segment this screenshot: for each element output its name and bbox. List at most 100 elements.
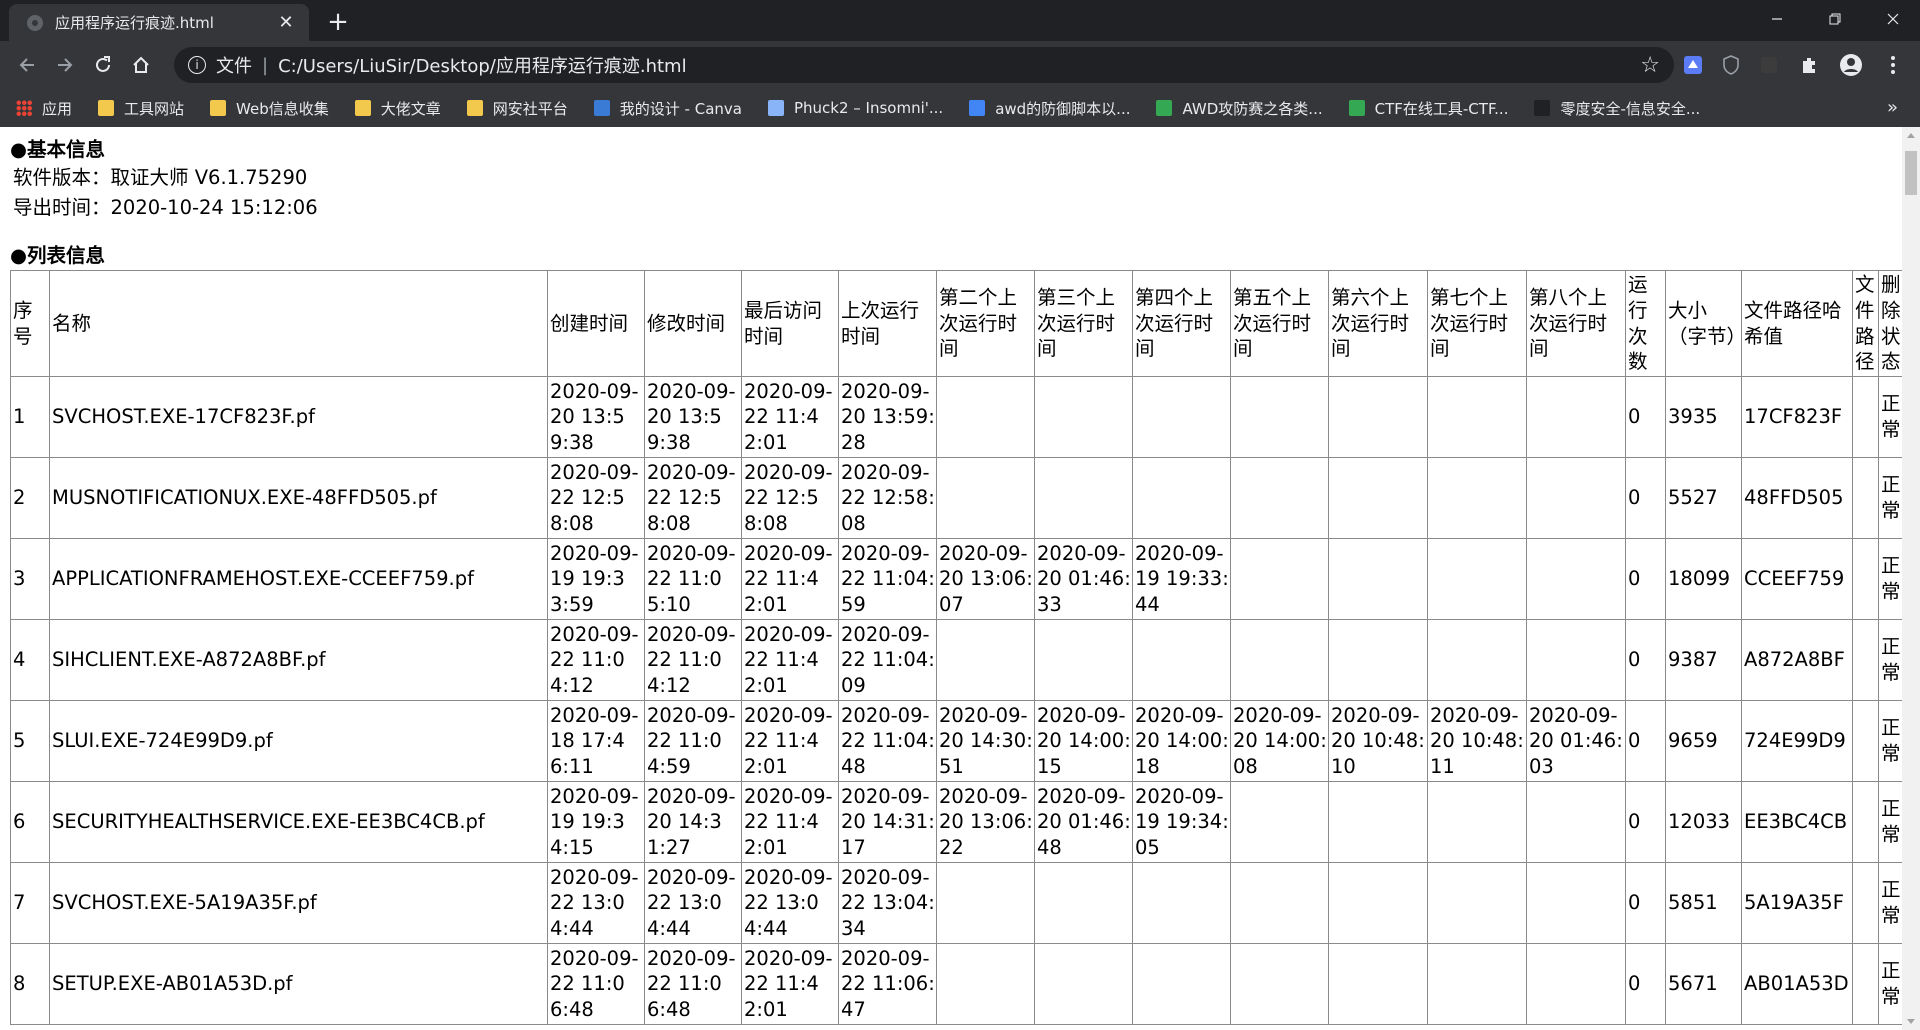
table-cell: 正常 xyxy=(1878,700,1902,782)
table-cell xyxy=(1328,781,1428,863)
extension-shield-icon[interactable] xyxy=(1718,52,1744,78)
vertical-scrollbar[interactable] xyxy=(1902,127,1920,1030)
page-icon xyxy=(767,100,784,116)
back-arrow-icon[interactable] xyxy=(8,46,46,84)
browser-menu-icon[interactable] xyxy=(1880,52,1906,78)
column-header: 删除状态 xyxy=(1878,270,1902,377)
scroll-down-icon[interactable] xyxy=(1907,1019,1915,1024)
table-cell: 2020-09-22 11:04:59 xyxy=(644,700,742,782)
table-row: 5 SLUI.EXE-724E99D9.pf 2020-09-18 17:46:11… xyxy=(10,700,1902,782)
bookmark-label: Phuck2 – Insomni'... xyxy=(793,99,944,117)
table-row: 8 SETUP.EXE-AB01A53D.pf 2020-09-22 11:06:4… xyxy=(10,943,1902,1025)
extension-blue-icon[interactable] xyxy=(1680,52,1706,78)
minimize-window-icon[interactable] xyxy=(1748,0,1806,38)
table-cell: 2020-09-20 14:00:15 xyxy=(1034,700,1133,782)
table-cell: 8 xyxy=(10,943,50,1025)
table-cell: 5671 xyxy=(1665,943,1742,1025)
forward-arrow-icon[interactable] xyxy=(46,46,84,84)
table-cell: 2020-09-22 13:04:44 xyxy=(741,862,839,944)
page-viewport: ●基本信息 软件版本：取证大师 V6.1.75290 导出时间：2020-10-… xyxy=(0,127,1902,1030)
url-text[interactable]: C:/Users/LiuSir/Desktop/应用程序运行痕迹.html xyxy=(278,52,687,78)
table-cell xyxy=(1852,538,1879,620)
table-cell xyxy=(1034,376,1133,458)
table-cell xyxy=(1852,862,1879,944)
table-cell: 2020-09-20 13:06:22 xyxy=(936,781,1035,863)
bookmark-item[interactable]: awd的防御脚本以... xyxy=(969,98,1130,119)
table-cell xyxy=(1230,457,1329,539)
column-header: 序号 xyxy=(10,270,50,377)
export-time: 导出时间：2020-10-24 15:12:06 xyxy=(13,196,318,219)
table-cell xyxy=(1852,376,1879,458)
table-cell xyxy=(1526,457,1626,539)
table-cell: 2020-09-20 10:48:11 xyxy=(1427,700,1527,782)
table-cell: 0 xyxy=(1625,781,1666,863)
home-icon[interactable] xyxy=(122,46,160,84)
tab-strip: 应用程序运行痕迹.html ✕ + xyxy=(0,0,1920,41)
scheme-label: 文件 xyxy=(216,56,252,77)
active-tab[interactable]: 应用程序运行痕迹.html ✕ xyxy=(9,4,309,41)
column-header: 第六个上次运行时间 xyxy=(1328,270,1428,377)
bookmark-item[interactable]: 工具网站 xyxy=(98,98,184,119)
site-info-icon[interactable]: i xyxy=(188,56,206,74)
bookmark-item[interactable]: CTF在线工具-CTF... xyxy=(1348,98,1508,119)
table-cell: 2020-09-20 13:59:38 xyxy=(547,376,645,458)
tab-close-icon[interactable]: ✕ xyxy=(275,12,297,34)
table-cell: 2020-09-22 11:42:01 xyxy=(741,619,839,701)
scroll-up-icon[interactable] xyxy=(1907,133,1915,138)
reload-icon[interactable] xyxy=(84,46,122,84)
table-cell xyxy=(936,376,1035,458)
bookmark-item[interactable]: 应用 xyxy=(16,98,72,119)
extension-dark-icon[interactable] xyxy=(1756,52,1782,78)
table-cell: A872A8BF xyxy=(1741,619,1853,701)
bookmark-item[interactable]: 零度安全-信息安全... xyxy=(1534,98,1700,119)
table-cell: 5527 xyxy=(1665,457,1742,539)
bookmark-item[interactable]: Phuck2 – Insomni'... xyxy=(767,99,944,117)
table-cell: 正常 xyxy=(1878,619,1902,701)
tab-title: 应用程序运行痕迹.html xyxy=(55,14,214,32)
folder-icon xyxy=(354,100,371,116)
bookmark-item[interactable]: AWD攻防赛之各类... xyxy=(1156,98,1323,119)
table-cell xyxy=(1852,619,1879,701)
profile-avatar-icon[interactable] xyxy=(1838,52,1864,78)
address-bar[interactable]: i 文件 | C:/Users/LiuSir/Desktop/应用程序运行痕迹.… xyxy=(174,47,1674,83)
table-cell: 1 xyxy=(10,376,50,458)
table-cell: SIHCLIENT.EXE-A872A8BF.pf xyxy=(49,619,548,701)
scrollbar-thumb[interactable] xyxy=(1905,151,1917,195)
table-header-row: 序号 名称 创建时间 修改时间 最后访问时间 上次运行时间 第二个上次运行时间 第三个上次运行… xyxy=(10,270,1902,377)
table-cell xyxy=(936,943,1035,1025)
bookmarks-bar: 应用 工具网站 Web信息收集 大佬文章 网安社平台 我的设计 - Canva Phuck2… xyxy=(0,89,1920,127)
table-cell: 2020-09-22 11:04:59 xyxy=(838,538,937,620)
table-cell: 3935 xyxy=(1665,376,1742,458)
extensions-puzzle-icon[interactable] xyxy=(1796,52,1822,78)
new-tab-button[interactable]: + xyxy=(324,7,352,37)
table-cell: 2020-09-22 11:04:12 xyxy=(547,619,645,701)
restore-window-icon[interactable] xyxy=(1806,0,1864,38)
bookmark-item[interactable]: 大佬文章 xyxy=(354,98,441,119)
table-row: 4 SIHCLIENT.EXE-A872A8BF.pf 2020-09-22 11:… xyxy=(10,619,1902,701)
table-cell: SECURITYHEALTHSERVICE.EXE-EE3BC4CB.pf xyxy=(49,781,548,863)
table-cell: 6 xyxy=(10,781,50,863)
table-row: 1 SVCHOST.EXE-17CF823F.pf 2020-09-20 13:59… xyxy=(10,376,1902,458)
table-cell: 正常 xyxy=(1878,538,1902,620)
folder-icon xyxy=(210,100,227,116)
column-header: 第二个上次运行时间 xyxy=(936,270,1035,377)
bookmark-item[interactable]: 网安社平台 xyxy=(466,98,568,119)
table-cell xyxy=(1427,457,1527,539)
close-window-icon[interactable] xyxy=(1864,0,1920,38)
table-cell: 0 xyxy=(1625,943,1666,1025)
table-cell: 2020-09-19 19:33:59 xyxy=(547,538,645,620)
bookmarks-overflow-icon[interactable]: » xyxy=(1887,97,1898,118)
table-cell: 7 xyxy=(10,862,50,944)
column-header: 第七个上次运行时间 xyxy=(1427,270,1527,377)
bookmark-star-icon[interactable]: ☆ xyxy=(1640,53,1660,78)
table-cell: 2020-09-20 14:31:27 xyxy=(644,781,742,863)
table-cell: CCEEF759 xyxy=(1741,538,1853,620)
table-cell: 2020-09-22 11:04:48 xyxy=(838,700,937,782)
table-cell: 2020-09-20 14:31:17 xyxy=(838,781,937,863)
table-cell: 2020-09-20 01:46:33 xyxy=(1034,538,1133,620)
table-cell: 2020-09-19 19:34:15 xyxy=(547,781,645,863)
table-cell: APPLICATIONFRAMEHOST.EXE-CCEEF759.pf xyxy=(49,538,548,620)
bookmark-item[interactable]: Web信息收集 xyxy=(210,98,329,119)
bookmark-item[interactable]: 我的设计 - Canva xyxy=(593,98,742,119)
table-cell: 2020-09-22 11:42:01 xyxy=(741,376,839,458)
